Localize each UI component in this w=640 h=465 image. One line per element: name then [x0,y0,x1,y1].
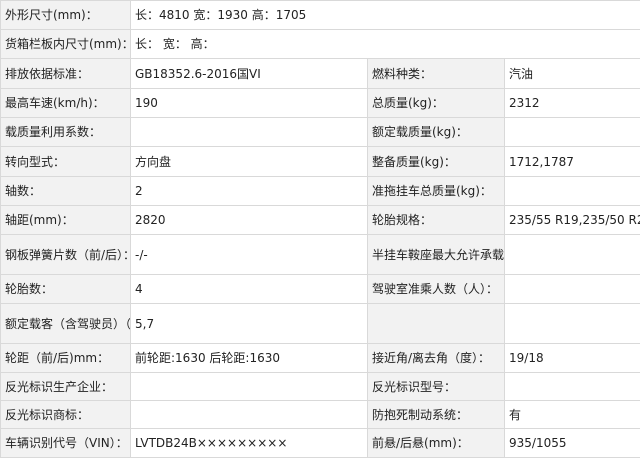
table-row: 最高车速(km/h)： 190 总质量(kg)： 2312 [0,88,640,118]
spec-label: 接近角/离去角（度）： [367,343,505,373]
spec-label: 转向型式： [0,146,131,177]
table-row: 货箱栏板内尺寸(mm)： 长： 宽： 高： [0,29,640,59]
spec-value [130,400,368,429]
spec-value [130,117,368,147]
table-row: 轮胎数： 4 驾驶室准乘人数（人）： [0,274,640,304]
spec-label [367,303,505,344]
spec-label: 燃料种类： [367,58,505,89]
table-row: 额定载客（含驾驶员）（座位数）： 5,7 [0,303,640,344]
spec-label: 轮胎规格： [367,205,505,235]
spec-label: 反光标识型号： [367,372,505,401]
spec-value [130,372,368,401]
table-row: 轮距（前/后)mm： 前轮距:1630 后轮距:1630 接近角/离去角（度）：… [0,343,640,373]
spec-label: 轮距（前/后)mm： [0,343,131,373]
table-row: 反光标识生产企业： 反光标识型号： [0,372,640,401]
table-row: 轴数： 2 准拖挂车总质量(kg)： [0,176,640,206]
table-row: 外形尺寸(mm)： 长：4810 宽：1930 高：1705 [0,0,640,30]
spec-label: 准拖挂车总质量(kg)： [367,176,505,206]
spec-value: 汽油 [503,58,640,89]
spec-table: 外形尺寸(mm)： 长：4810 宽：1930 高：1705 货箱栏板内尺寸(m… [0,0,640,458]
spec-value: 有 [503,400,640,429]
spec-label: 整备质量(kg)： [367,146,505,177]
spec-label: 反光标识生产企业： [0,372,131,401]
spec-value: 长： 宽： 高： [129,29,640,59]
table-row: 钢板弹簧片数（前/后）： -/- 半挂车鞍座最大允许承载质量(kg)： [0,234,640,275]
spec-value: 190 [130,88,368,118]
spec-value: 235/55 R19,235/50 R20 [503,205,640,235]
spec-label: 防抱死制动系统： [367,400,505,429]
table-row: 反光标识商标： 防抱死制动系统： 有 [0,400,640,429]
table-row: 载质量利用系数： 额定载质量(kg)： [0,117,640,147]
spec-label: 外形尺寸(mm)： [0,0,131,30]
spec-value [503,117,640,147]
table-row: 转向型式： 方向盘 整备质量(kg)： 1712,1787 [0,146,640,177]
spec-label: 额定载质量(kg)： [367,117,505,147]
spec-label: 轴距(mm)： [0,205,131,235]
spec-label: 车辆识别代号（VIN）： [0,428,131,458]
spec-value: 长：4810 宽：1930 高：1705 [129,0,640,30]
spec-label: 轮胎数： [0,274,131,304]
table-row: 排放依据标准： GB18352.6-2016国VI 燃料种类： 汽油 [0,58,640,89]
spec-value: 前轮距:1630 后轮距:1630 [130,343,368,373]
spec-value: 5,7 [130,303,368,344]
spec-value: 935/1055 [503,428,640,458]
spec-value: 1712,1787 [503,146,640,177]
spec-value: LVTDB24B××××××××× [130,428,368,458]
spec-label: 反光标识商标： [0,400,131,429]
spec-label: 额定载客（含驾驶员）（座位数）： [0,303,131,344]
table-row: 轴距(mm)： 2820 轮胎规格： 235/55 R19,235/50 R20 [0,205,640,235]
spec-label: 载质量利用系数： [0,117,131,147]
spec-value [503,303,640,344]
spec-label: 半挂车鞍座最大允许承载质量(kg)： [367,234,505,275]
spec-label: 总质量(kg)： [367,88,505,118]
spec-value [503,274,640,304]
spec-value: 19/18 [503,343,640,373]
spec-value: -/- [130,234,368,275]
spec-value: 2820 [130,205,368,235]
spec-label: 排放依据标准： [0,58,131,89]
spec-value [503,372,640,401]
spec-label: 轴数： [0,176,131,206]
spec-label: 最高车速(km/h)： [0,88,131,118]
spec-value: 4 [130,274,368,304]
spec-value: GB18352.6-2016国VI [130,58,368,89]
spec-value [503,234,640,275]
spec-label: 钢板弹簧片数（前/后）： [0,234,131,275]
spec-label: 驾驶室准乘人数（人）： [367,274,505,304]
spec-label: 前悬/后悬(mm)： [367,428,505,458]
spec-value: 2312 [503,88,640,118]
spec-label: 货箱栏板内尺寸(mm)： [0,29,131,59]
spec-value: 2 [130,176,368,206]
table-row: 车辆识别代号（VIN）： LVTDB24B××××××××× 前悬/后悬(mm)… [0,428,640,458]
spec-value [503,176,640,206]
spec-value: 方向盘 [130,146,368,177]
